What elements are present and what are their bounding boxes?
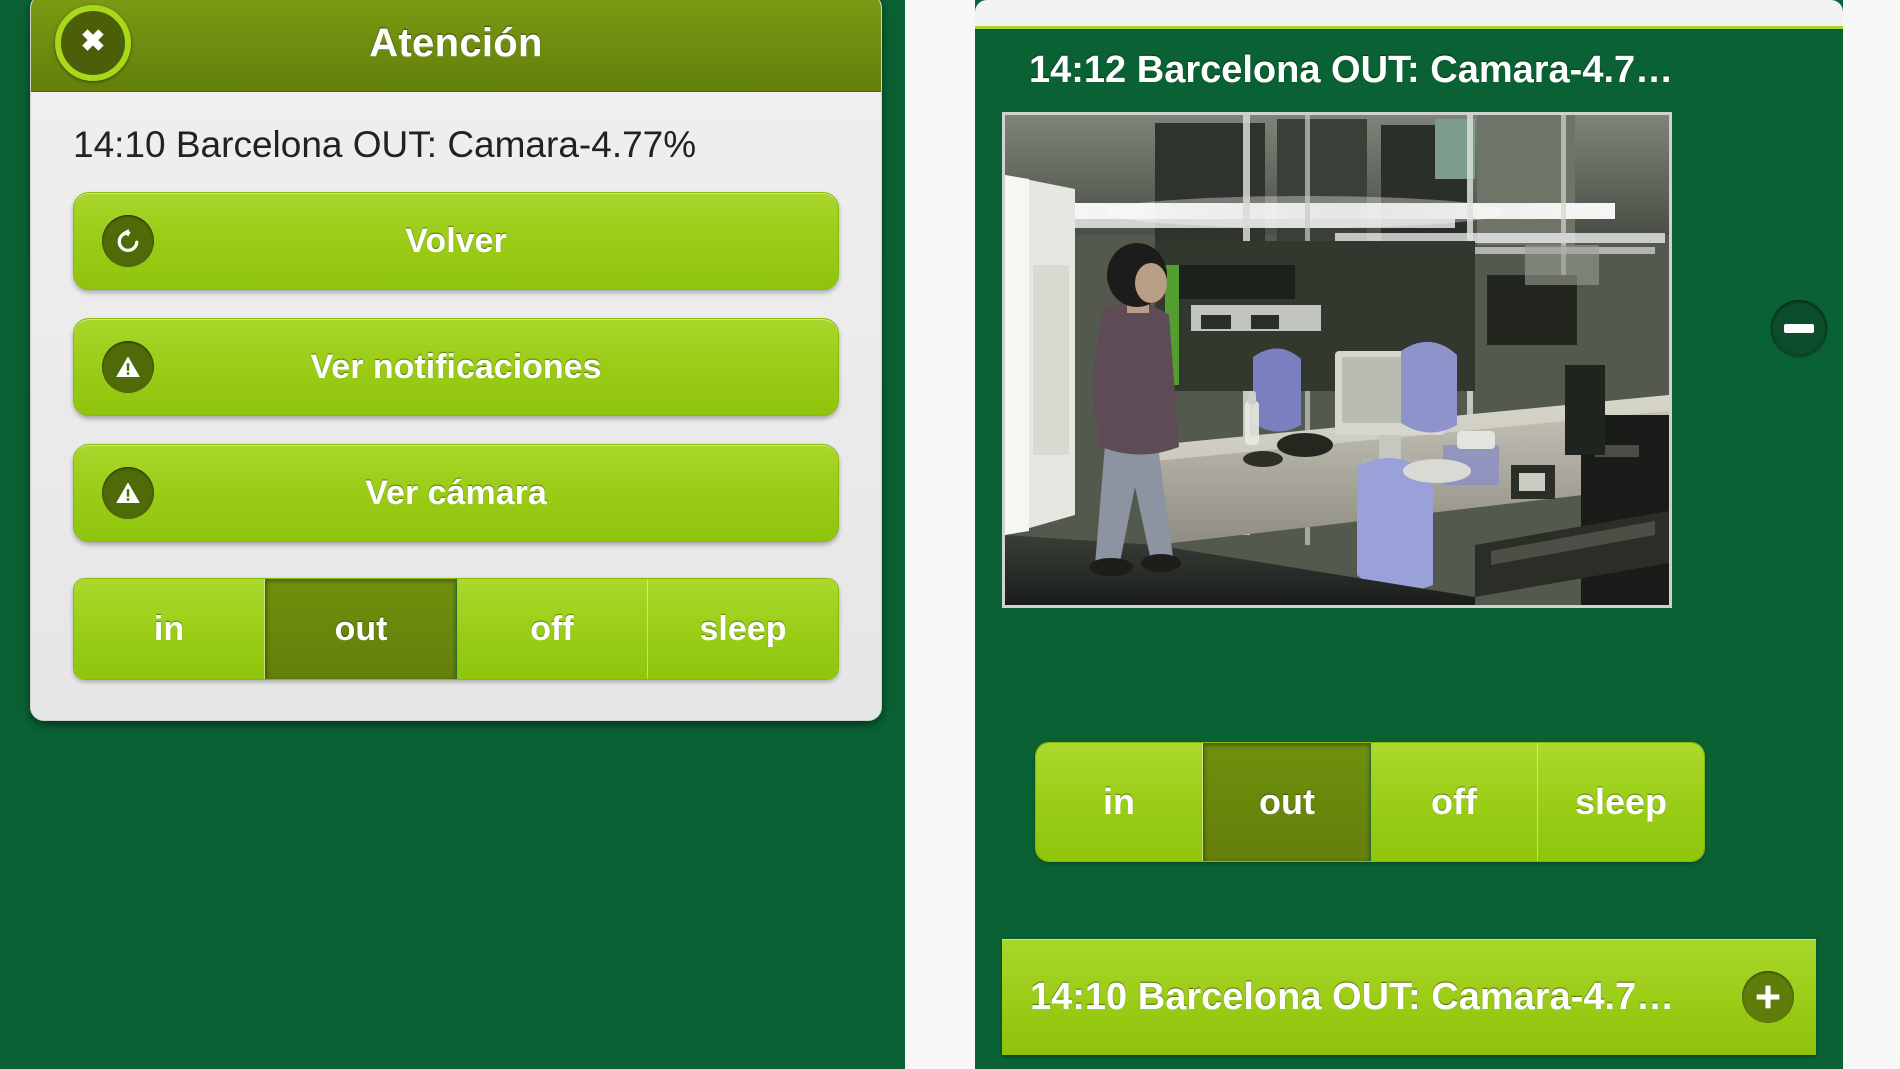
dialog-mode-selector[interactable]: in out off sleep: [73, 578, 839, 680]
cctv-office-view: [1005, 115, 1669, 605]
panel-top-edge: [975, 0, 1843, 29]
mode-option-out[interactable]: out: [265, 579, 457, 679]
ver-camara-button[interactable]: Ver cámara: [73, 444, 839, 542]
dialog-header: ✖ Atención: [31, 0, 881, 92]
ver-notificaciones-button[interactable]: Ver notificaciones: [73, 318, 839, 416]
close-x-icon: ✖: [80, 25, 106, 58]
camera-panel: 14:12 Barcelona OUT: Camara-4.7… in out …: [975, 0, 1843, 1069]
ver-notificaciones-button-label: Ver notificaciones: [310, 347, 602, 386]
camera-view[interactable]: [1002, 112, 1672, 608]
camera-mode-option-out[interactable]: out: [1203, 743, 1371, 861]
alert-message: 14:10 Barcelona OUT: Camara-4.77%: [73, 124, 697, 165]
volver-button-label: Volver: [405, 221, 507, 260]
camera-mode-option-in[interactable]: in: [1036, 743, 1203, 861]
plus-circle-icon[interactable]: [1742, 971, 1794, 1023]
dialog-title: Atención: [369, 20, 543, 65]
camera-mode-option-sleep[interactable]: sleep: [1538, 743, 1704, 861]
warning-triangle-icon: [102, 341, 154, 393]
mode-option-off[interactable]: off: [457, 579, 648, 679]
dialog-body: 14:10 Barcelona OUT: Camara-4.77% Volver: [31, 92, 881, 720]
mode-option-in[interactable]: in: [74, 579, 265, 679]
minus-circle-icon[interactable]: [1771, 300, 1827, 356]
warning-triangle-icon: [102, 467, 154, 519]
notification-footer-title: 14:10 Barcelona OUT: Camara-4.7…: [1030, 975, 1675, 1018]
camera-panel-header: 14:12 Barcelona OUT: Camara-4.7…: [975, 29, 1843, 111]
mode-option-sleep[interactable]: sleep: [648, 579, 838, 679]
attention-dialog: ✖ Atención 14:10 Barcelona OUT: Camara-4…: [30, 0, 882, 721]
camera-mode-option-off[interactable]: off: [1371, 743, 1538, 861]
volver-button[interactable]: Volver: [73, 192, 839, 290]
camera-panel-header-title: 14:12 Barcelona OUT: Camara-4.7…: [1029, 48, 1674, 91]
undo-arrow-icon: [102, 215, 154, 267]
ver-camara-button-label: Ver cámara: [365, 473, 547, 512]
notification-footer-bar[interactable]: 14:10 Barcelona OUT: Camara-4.7…: [1002, 939, 1816, 1055]
camera-mode-selector[interactable]: in out off sleep: [1035, 742, 1705, 862]
alert-panel: ✖ Atención 14:10 Barcelona OUT: Camara-4…: [0, 0, 905, 1069]
close-button[interactable]: ✖: [55, 5, 131, 81]
camera-mode-selector-wrapper: in out off sleep: [1035, 742, 1705, 862]
